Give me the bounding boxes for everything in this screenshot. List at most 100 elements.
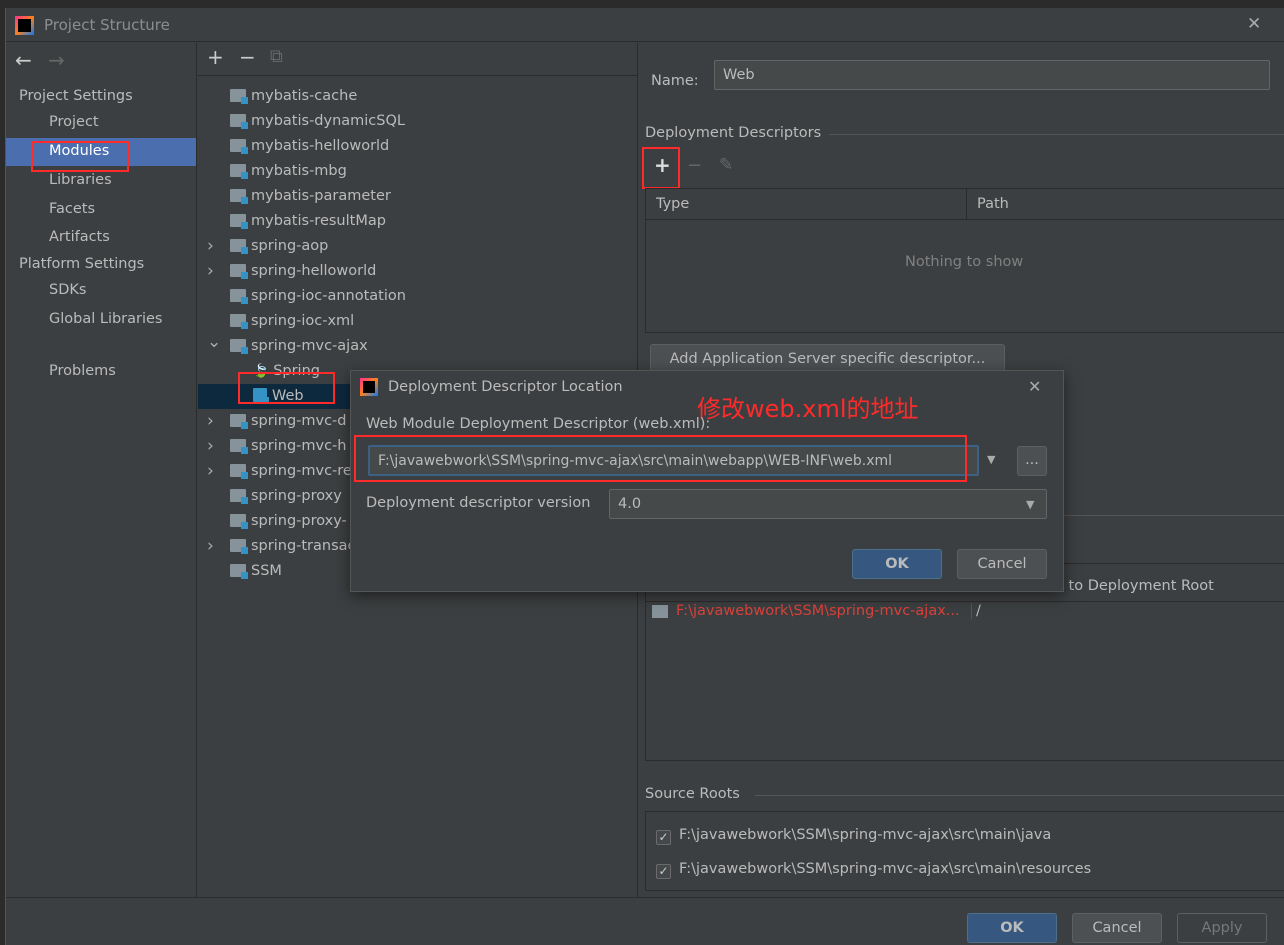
divider	[755, 795, 1284, 796]
sidebar-item-problems[interactable]: Problems	[49, 363, 116, 379]
annotation-text: 修改web.xml的地址	[697, 395, 919, 423]
descriptor-label: Web Module Deployment Descriptor (web.xm…	[366, 416, 711, 432]
sidebar-item-project[interactable]: Project	[49, 114, 99, 130]
sidebar-item-sdks[interactable]: SDKs	[49, 282, 86, 298]
window-title: Project Structure	[44, 16, 170, 34]
sidebar-item-global-libraries[interactable]: Global Libraries	[49, 311, 163, 327]
tree-item-module[interactable]: › spring-mvc-re	[207, 459, 352, 484]
module-folder-icon	[230, 164, 248, 179]
column-type[interactable]: Type	[656, 196, 689, 212]
source-root-item[interactable]: ✓ F:\javawebwork\SSM\spring-mvc-ajax\src\…	[656, 827, 1051, 845]
tree-item-module[interactable]: › spring-mvc-h	[207, 434, 347, 459]
intellij-logo-icon	[15, 16, 34, 35]
cancel-button[interactable]: Cancel	[1072, 913, 1162, 943]
chevron-right-icon[interactable]: ›	[207, 434, 214, 459]
highlight-box	[354, 435, 967, 482]
deployment-descriptor-location-dialog: Deployment Descriptor Location 修改web.xml…	[350, 370, 1064, 592]
tree-item-module[interactable]: mybatis-parameter	[230, 184, 391, 209]
chevron-down-icon[interactable]: ⌄	[207, 330, 221, 355]
module-folder-icon	[230, 114, 248, 129]
section-project-settings: Project Settings	[19, 88, 133, 104]
module-folder-icon	[230, 439, 248, 454]
tree-item-label: mybatis-dynamicSQL	[251, 113, 405, 129]
tree-item-module[interactable]: SSM	[230, 559, 282, 584]
column-path[interactable]: Path	[977, 196, 1009, 212]
copy-icon[interactable]: ⧉	[270, 46, 283, 67]
column-divider	[966, 189, 967, 220]
sidebar-item-libraries[interactable]: Libraries	[49, 172, 112, 188]
source-root-item[interactable]: ✓ F:\javawebwork\SSM\spring-mvc-ajax\src\…	[656, 861, 1091, 879]
module-folder-icon	[230, 564, 248, 579]
tree-item-module[interactable]: ⌄ spring-mvc-ajax	[207, 332, 368, 359]
tree-item-label: mybatis-mbg	[251, 163, 347, 179]
column-relative-path[interactable]: e to Deployment Root	[1055, 578, 1214, 594]
tree-item-label: mybatis-helloworld	[251, 138, 390, 154]
forward-icon[interactable]: →	[48, 48, 65, 72]
module-folder-icon	[230, 289, 248, 304]
dialog-cancel-button[interactable]: Cancel	[957, 549, 1047, 579]
module-folder-icon	[230, 489, 248, 504]
chevron-right-icon[interactable]: ›	[207, 409, 214, 434]
tree-item-module[interactable]: › spring-aop	[207, 234, 329, 259]
tree-item-label: spring-mvc-d	[251, 413, 347, 429]
tree-item-label: spring-mvc-h	[251, 438, 347, 454]
dialog-ok-button[interactable]: OK	[852, 549, 942, 579]
chevron-right-icon[interactable]: ›	[207, 459, 214, 484]
tree-item-module[interactable]: mybatis-resultMap	[230, 209, 386, 234]
chevron-right-icon[interactable]: ›	[207, 534, 214, 559]
add-icon[interactable]: +	[207, 45, 224, 69]
tree-item-module[interactable]: mybatis-cache	[230, 84, 357, 109]
tree-item-module[interactable]: › spring-helloworld	[207, 259, 377, 284]
apply-button[interactable]: Apply	[1177, 913, 1267, 943]
tree-item-module[interactable]: spring-ioc-xml	[230, 309, 354, 334]
chevron-right-icon[interactable]: ›	[207, 259, 214, 284]
tree-item-label: mybatis-cache	[251, 88, 358, 104]
ok-button[interactable]: OK	[967, 913, 1057, 943]
dropdown-arrow-icon[interactable]: ▼	[987, 453, 995, 466]
tree-item-module[interactable]: spring-proxy-	[230, 509, 347, 534]
source-root-path: F:\javawebwork\SSM\spring-mvc-ajax\src\m…	[679, 827, 1052, 843]
dropdown-arrow-icon[interactable]: ▼	[1026, 498, 1034, 511]
highlight-box	[238, 372, 335, 404]
name-input[interactable]: Web	[714, 60, 1270, 90]
tree-item-module[interactable]: spring-ioc-annotation	[230, 284, 406, 309]
dialog-close-icon[interactable]: ✕	[1028, 377, 1041, 396]
version-label: Deployment descriptor version	[366, 495, 591, 511]
module-folder-icon	[230, 239, 248, 254]
tree-item-label: spring-aop	[251, 238, 329, 254]
tree-item-module[interactable]: mybatis-helloworld	[230, 134, 389, 159]
web-resource-table: e to Deployment Root F:\javawebwork\SSM\…	[645, 563, 1284, 761]
chevron-right-icon[interactable]: ›	[207, 234, 214, 259]
tree-item-module[interactable]: mybatis-dynamicSQL	[230, 109, 405, 134]
tree-item-module[interactable]: › spring-transac	[207, 534, 356, 559]
module-folder-icon	[230, 189, 248, 204]
checkbox[interactable]: ✓	[656, 864, 671, 879]
table-header: Type Path	[646, 189, 1284, 220]
remove-descriptor-icon: −	[687, 155, 703, 176]
tree-item-label: spring-mvc-ajax	[251, 338, 368, 354]
tree-item-module[interactable]: mybatis-mbg	[230, 159, 347, 184]
module-folder-icon	[230, 314, 248, 329]
tree-item-label: mybatis-resultMap	[251, 213, 386, 229]
tree-item-label: spring-transac	[251, 538, 356, 554]
deployment-descriptors-heading: Deployment Descriptors	[645, 125, 822, 141]
close-icon[interactable]: ✕	[1247, 14, 1261, 34]
table-row[interactable]: F:\javawebwork\SSM\spring-mvc-ajax... /	[646, 601, 1284, 623]
checkbox[interactable]: ✓	[656, 830, 671, 845]
source-roots-list: ✓ F:\javawebwork\SSM\spring-mvc-ajax\src\…	[645, 811, 1284, 891]
module-folder-icon	[230, 414, 248, 429]
tree-item-label: SSM	[251, 563, 282, 579]
tree-item-label: spring-proxy-	[251, 513, 347, 529]
tree-item-label: spring-proxy	[251, 488, 342, 504]
sidebar-item-facets[interactable]: Facets	[49, 201, 95, 217]
module-folder-icon	[230, 514, 248, 529]
back-icon[interactable]: ←	[15, 48, 32, 72]
version-select[interactable]: 4.0	[609, 489, 1047, 519]
tree-item-module[interactable]: spring-proxy	[230, 484, 342, 509]
sidebar-item-artifacts[interactable]: Artifacts	[49, 229, 110, 245]
browse-button[interactable]: ...	[1017, 446, 1047, 476]
tree-item-module[interactable]: › spring-mvc-d	[207, 409, 347, 434]
remove-icon[interactable]: −	[239, 45, 256, 69]
tree-item-label: spring-helloworld	[251, 263, 377, 279]
resource-directory: F:\javawebwork\SSM\spring-mvc-ajax...	[676, 603, 960, 619]
